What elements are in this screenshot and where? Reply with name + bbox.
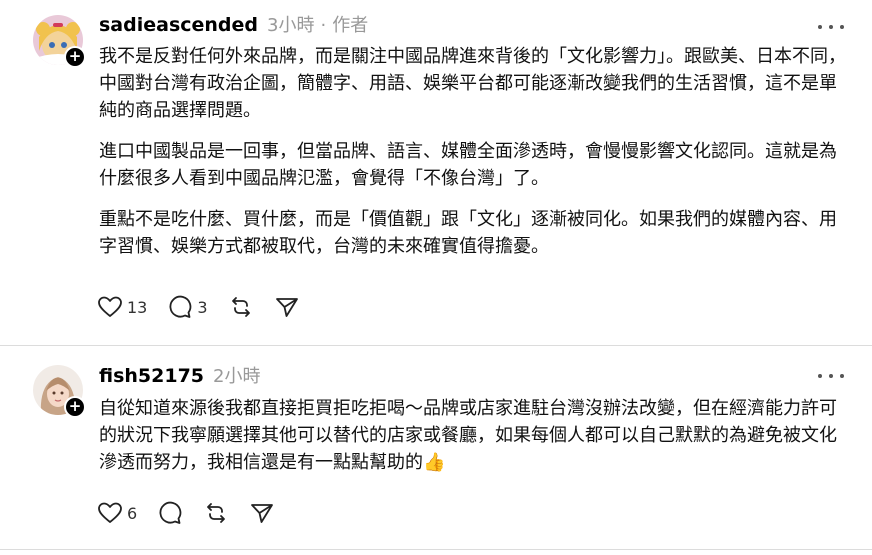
heart-icon <box>98 296 122 317</box>
more-icon[interactable] <box>818 370 844 382</box>
like-button[interactable]: 13 <box>97 295 147 319</box>
like-count: 6 <box>127 503 138 523</box>
comment-paragraph: 進口中國製品是一回事，但當品牌、語言、媒體全面滲透時，會慢慢影響文化認同。這就是… <box>99 141 837 189</box>
timestamp: 2小時 <box>213 366 261 387</box>
reply-button[interactable]: 3 <box>167 295 208 319</box>
avatar[interactable]: + <box>33 15 86 68</box>
meta-separator: · <box>320 15 327 36</box>
repost-icon <box>231 297 250 317</box>
repost-icon <box>207 503 226 523</box>
comment-body: 自從知道來源後我都直接拒買拒吃拒喝～品牌或店家進駐台灣沒辦法改變，但在經濟能力許… <box>99 395 849 476</box>
comment-icon <box>169 295 192 318</box>
heart-icon <box>98 502 122 523</box>
username[interactable]: fish52175 <box>99 365 204 387</box>
follow-badge[interactable]: + <box>64 46 86 68</box>
comment-icon <box>159 501 182 524</box>
more-icon[interactable] <box>818 21 844 33</box>
comment-fish52175: + fish52175 2小時 自從知道來源後我都直接拒買拒吃拒喝～品牌或店家進… <box>0 346 872 555</box>
reply-count: 3 <box>197 297 208 317</box>
timestamp: 3小時 <box>267 15 315 36</box>
comment-paragraph: 自從知道來源後我都直接拒買拒吃拒喝～品牌或店家進駐台灣沒辦法改變，但在經濟能力許… <box>99 398 837 473</box>
comment-paragraph: 我不是反對任何外來品牌，而是關注中國品牌進來背後的「文化影響力」。跟歐美、日本不… <box>99 46 846 121</box>
action-bar: 6 <box>97 501 295 525</box>
like-button[interactable]: 6 <box>97 501 137 525</box>
author-tag: 作者 <box>332 15 369 36</box>
comment-paragraph: 重點不是吃什麼、買什麼，而是「價值觀」跟「文化」逐漸被同化。如果我們的媒體內容、… <box>99 209 837 257</box>
share-icon <box>275 298 298 317</box>
action-bar: 13 3 <box>97 295 320 319</box>
divider <box>0 549 872 550</box>
like-count: 13 <box>127 297 148 317</box>
reply-button[interactable] <box>157 501 183 525</box>
avatar[interactable]: + <box>33 365 86 418</box>
follow-badge[interactable]: + <box>64 396 86 418</box>
comment-body: 我不是反對任何外來品牌，而是關注中國品牌進來背後的「文化影響力」。跟歐美、日本不… <box>99 43 849 260</box>
repost-button[interactable] <box>203 501 229 525</box>
comment-sadieascended: + sadieascended 3小時 · 作者 我不是反對任何外來品牌，而是關… <box>0 0 872 346</box>
repost-button[interactable] <box>228 295 254 319</box>
share-button[interactable] <box>249 501 275 525</box>
username[interactable]: sadieascended <box>99 14 258 36</box>
share-button[interactable] <box>274 295 300 319</box>
comment-header: sadieascended 3小時 · 作者 <box>99 11 368 37</box>
share-icon <box>251 504 274 523</box>
comment-header: fish52175 2小時 <box>99 362 260 388</box>
